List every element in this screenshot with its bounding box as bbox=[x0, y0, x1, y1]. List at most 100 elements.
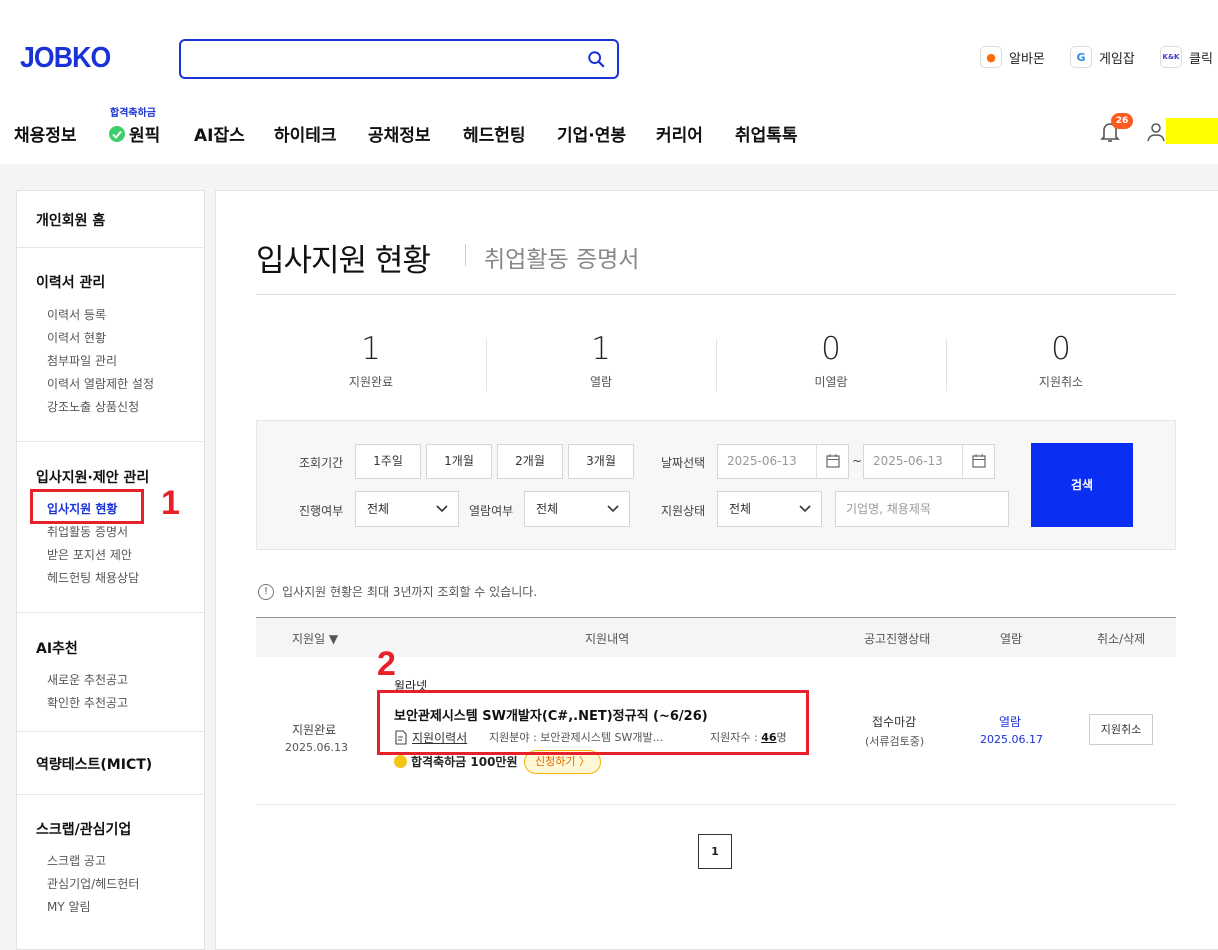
stat-value: 0 bbox=[1051, 331, 1071, 367]
period-2month-button[interactable]: 2개월 bbox=[497, 444, 563, 479]
stat-cancelled[interactable]: 0 지원취소 bbox=[946, 331, 1176, 390]
nav-item[interactable]: 커리어 bbox=[656, 121, 703, 146]
col-detail-header: 지원내역 bbox=[585, 632, 630, 646]
divider bbox=[256, 294, 1176, 295]
sidebar-item[interactable]: 스크랩 공고 bbox=[36, 850, 204, 873]
stat-value: 1 bbox=[361, 331, 381, 367]
date-to-input[interactable]: 2025-06-13 bbox=[863, 444, 995, 479]
sidebar-item[interactable]: 새로운 추천공고 bbox=[36, 669, 204, 692]
info-icon: ! bbox=[258, 583, 274, 600]
select-value: 전체 bbox=[367, 502, 390, 516]
read-date: 2025.06.17 bbox=[980, 733, 1043, 746]
gamejob-icon: G bbox=[1070, 46, 1092, 68]
onepick-badge: 합격축하금 bbox=[110, 108, 156, 119]
filter-panel: 조회기간 1주일 1개월 2개월 3개월 날짜선택 2025-06-13 ~ 2… bbox=[256, 420, 1176, 550]
chevron-down-icon bbox=[799, 505, 811, 513]
period-1month-button[interactable]: 1개월 bbox=[426, 444, 492, 479]
stat-value: 1 bbox=[591, 331, 611, 367]
family-site-label: 게임잡 bbox=[1099, 51, 1135, 67]
title-divider bbox=[465, 244, 466, 266]
col-date-header[interactable]: 지원일 ▼ bbox=[292, 630, 338, 647]
family-site-label: 클릭 bbox=[1189, 51, 1213, 67]
albamon-icon: ● bbox=[980, 46, 1002, 68]
tab-certificate[interactable]: 취업활동 증명서 bbox=[484, 240, 639, 274]
nav-item[interactable]: AI잡스 bbox=[194, 121, 245, 146]
sidebar-item[interactable]: 강조노출 상품신청 bbox=[36, 396, 204, 419]
nav-item[interactable]: 취업톡톡 bbox=[735, 121, 798, 146]
user-name[interactable] bbox=[1166, 118, 1218, 144]
nav-item-onepick[interactable]: 원픽 bbox=[108, 121, 160, 146]
sidebar-item[interactable]: 헤드헌팅 채용상담 bbox=[36, 567, 204, 590]
nav-item[interactable]: 채용정보 bbox=[14, 121, 77, 146]
status-select[interactable]: 전체 bbox=[717, 491, 822, 527]
calendar-icon[interactable] bbox=[962, 445, 994, 478]
progress-status: 접수마감 bbox=[872, 715, 917, 729]
header: JOBKO ● 알바몬 G 게임잡 K&K 클릭 채용정보 합격축하금 원픽 A… bbox=[0, 0, 1218, 164]
stat-applied[interactable]: 1 지원완료 bbox=[256, 331, 486, 390]
nav-item[interactable]: 하이테크 bbox=[274, 121, 337, 146]
sidebar-section-title[interactable]: 이력서 관리 bbox=[36, 272, 204, 292]
search-icon[interactable] bbox=[587, 50, 605, 68]
logo[interactable]: JOBKO bbox=[20, 42, 111, 75]
keyword-input[interactable]: 기업명, 채용제목 bbox=[835, 491, 1009, 527]
date-separator: ~ bbox=[852, 454, 863, 468]
sidebar-item[interactable]: 이력서 열람제한 설정 bbox=[36, 373, 204, 396]
chevron-down-icon bbox=[436, 505, 448, 513]
col-read-header: 열람 bbox=[1000, 632, 1023, 646]
select-value: 전체 bbox=[536, 502, 559, 516]
page-1-button[interactable]: 1 bbox=[698, 834, 732, 869]
user-icon[interactable] bbox=[1146, 122, 1166, 142]
sidebar-item[interactable]: 취업활동 증명서 bbox=[36, 521, 204, 544]
chevron-down-icon bbox=[607, 505, 619, 513]
nav-item-label: 원픽 bbox=[129, 126, 161, 146]
sidebar-item[interactable]: 이력서 현황 bbox=[36, 327, 204, 350]
sidebar-item[interactable]: 첨부파일 관리 bbox=[36, 350, 204, 373]
read-select[interactable]: 전체 bbox=[524, 491, 630, 527]
read-label: 열람여부 bbox=[469, 504, 514, 518]
stat-label: 지원취소 bbox=[1038, 375, 1084, 389]
date-label: 날짜선택 bbox=[661, 456, 706, 470]
sidebar-section-title[interactable]: 역량테스트(MICT) bbox=[36, 754, 204, 774]
stat-value: 0 bbox=[821, 331, 841, 367]
nav-item[interactable]: 헤드헌팅 bbox=[463, 121, 526, 146]
date-from-value: 2025-06-13 bbox=[727, 454, 797, 468]
progress-substatus: (서류검토중) bbox=[865, 735, 925, 748]
notification-count: 26 bbox=[1111, 113, 1133, 129]
search-input[interactable] bbox=[179, 39, 619, 79]
family-site-gamejob[interactable]: G 게임잡 bbox=[1070, 46, 1135, 68]
cancel-application-button[interactable]: 지원취소 bbox=[1089, 714, 1153, 745]
sidebar-section-title[interactable]: AI추천 bbox=[36, 638, 204, 658]
sidebar: 개인회원 홈 이력서 관리 이력서 등록 이력서 현황 첨부파일 관리 이력서 … bbox=[16, 190, 205, 950]
notice-text: 입사지원 현황은 최대 3년까지 조회할 수 있습니다. bbox=[282, 585, 538, 599]
main-content: 입사지원 현황 취업활동 증명서 1 지원완료 1 열람 0 미열람 0 지원취… bbox=[215, 190, 1218, 950]
stat-read[interactable]: 1 열람 bbox=[486, 331, 716, 390]
progress-label: 진행여부 bbox=[299, 504, 344, 518]
sidebar-item[interactable]: 받은 포지션 제안 bbox=[36, 544, 204, 567]
period-3month-button[interactable]: 3개월 bbox=[568, 444, 634, 479]
family-site-label: 알바몬 bbox=[1009, 51, 1045, 67]
status-label: 지원상태 bbox=[661, 504, 706, 518]
row-status: 지원완료 bbox=[292, 723, 337, 737]
klik-icon: K&K bbox=[1160, 46, 1182, 68]
search-button[interactable]: 검색 bbox=[1031, 443, 1133, 527]
select-value: 전체 bbox=[729, 502, 752, 516]
period-1week-button[interactable]: 1주일 bbox=[355, 444, 421, 479]
sidebar-section-title[interactable]: 스크랩/관심기업 bbox=[36, 819, 204, 839]
date-to-value: 2025-06-13 bbox=[873, 454, 943, 468]
sidebar-home[interactable]: 개인회원 홈 bbox=[36, 210, 204, 230]
stat-label: 미열람 bbox=[814, 375, 848, 389]
sidebar-item[interactable]: 관심기업/헤드헌터 bbox=[36, 873, 204, 896]
stat-label: 열람 bbox=[589, 375, 613, 389]
sidebar-item[interactable]: MY 알림 bbox=[36, 896, 204, 919]
progress-select[interactable]: 전체 bbox=[355, 491, 459, 527]
calendar-icon[interactable] bbox=[816, 445, 848, 478]
sidebar-item[interactable]: 이력서 등록 bbox=[36, 304, 204, 327]
stat-unread[interactable]: 0 미열람 bbox=[716, 331, 946, 390]
nav-item[interactable]: 공채정보 bbox=[368, 121, 431, 146]
annotation-1: 1 bbox=[161, 484, 180, 522]
nav-item[interactable]: 기업·연봉 bbox=[557, 121, 626, 146]
family-site-klik[interactable]: K&K 클릭 bbox=[1160, 46, 1213, 68]
date-from-input[interactable]: 2025-06-13 bbox=[717, 444, 849, 479]
sidebar-item[interactable]: 확인한 추천공고 bbox=[36, 692, 204, 715]
family-site-albamon[interactable]: ● 알바몬 bbox=[980, 46, 1045, 68]
